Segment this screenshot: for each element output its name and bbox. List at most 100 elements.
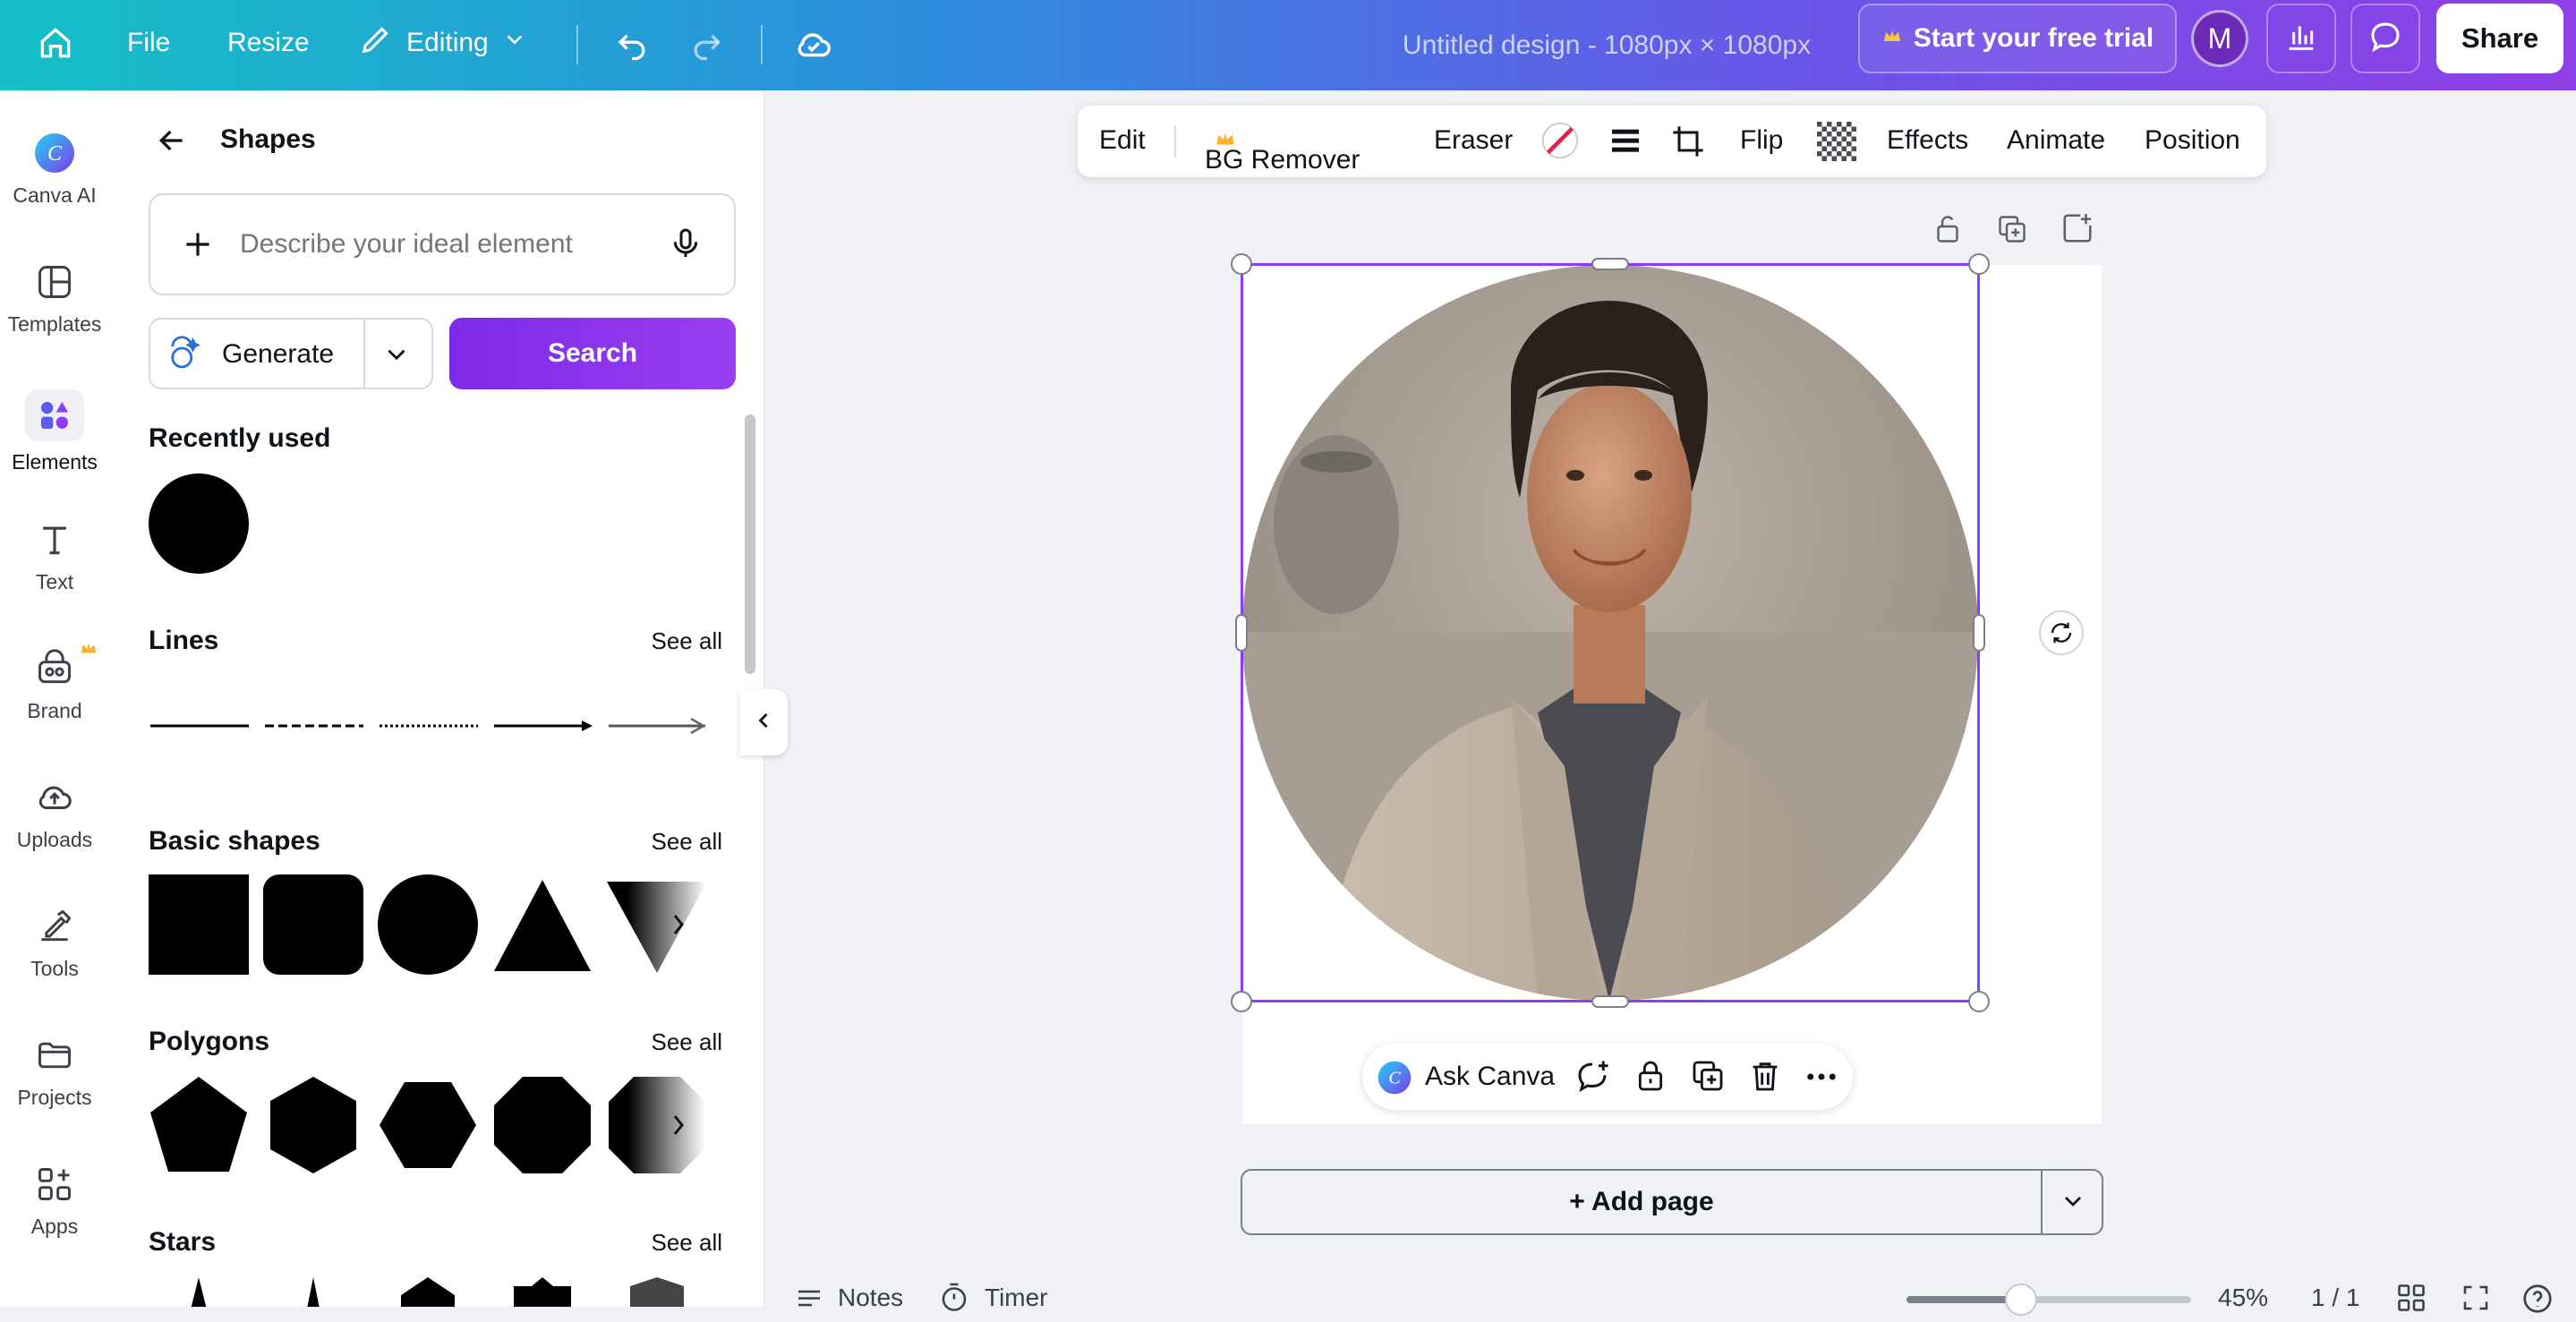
avatar[interactable]: M xyxy=(2191,10,2248,67)
rail-item-canva-ai[interactable]: C Canva AI xyxy=(0,132,109,208)
comments-button[interactable] xyxy=(2350,4,2420,73)
recently-used-heading: Recently used xyxy=(149,423,331,453)
flip-button[interactable]: Flip xyxy=(1740,125,1783,156)
crop-button[interactable] xyxy=(1670,124,1706,166)
back-arrow-icon[interactable] xyxy=(154,123,190,163)
recent-circle-shape[interactable] xyxy=(149,473,249,574)
resize-menu[interactable]: Resize xyxy=(227,28,310,58)
fullscreen-icon[interactable] xyxy=(2460,1282,2492,1320)
add-page-button[interactable]: + Add page xyxy=(1242,1171,2041,1233)
transparency-color-button[interactable] xyxy=(1540,120,1581,168)
microphone-icon[interactable] xyxy=(668,226,704,266)
rail-item-text[interactable]: Text xyxy=(0,518,109,594)
free-trial-button[interactable]: Start your free trial xyxy=(1858,4,2177,73)
rounded-square-shape[interactable] xyxy=(263,874,363,975)
insights-button[interactable] xyxy=(2266,4,2336,73)
timer-button[interactable]: Timer xyxy=(985,1284,1048,1312)
chevron-down-icon[interactable] xyxy=(381,339,412,377)
position-button[interactable]: Position xyxy=(2145,125,2240,156)
trash-icon[interactable] xyxy=(1747,1058,1783,1101)
effects-button[interactable]: Effects xyxy=(1887,125,1968,156)
octagon-shape[interactable] xyxy=(492,1075,593,1175)
panel-title: Shapes xyxy=(220,124,316,154)
notes-button[interactable]: Notes xyxy=(838,1284,903,1312)
circle-shape[interactable] xyxy=(378,874,478,975)
duplicate-icon[interactable] xyxy=(1690,1058,1726,1101)
save-status-button[interactable] xyxy=(793,24,834,72)
basic-shapes-see-all-link[interactable]: See all xyxy=(652,828,723,856)
rail-item-projects[interactable]: Projects xyxy=(0,1034,109,1110)
rail-item-elements[interactable]: Elements xyxy=(0,389,109,474)
polygons-see-all-link[interactable]: See all xyxy=(652,1028,723,1056)
triangle-shape[interactable] xyxy=(492,874,593,975)
timer-icon[interactable] xyxy=(938,1282,970,1320)
resize-handle-bottom-right[interactable] xyxy=(1968,991,1990,1012)
resize-handle-left[interactable] xyxy=(1235,614,1248,652)
resize-handle-top-left[interactable] xyxy=(1231,253,1252,275)
lock-icon[interactable] xyxy=(1633,1058,1668,1101)
resize-handle-bottom[interactable] xyxy=(1591,995,1629,1008)
element-search-box[interactable] xyxy=(149,193,736,295)
help-icon[interactable] xyxy=(2521,1282,2555,1322)
open-arrow-line-shape[interactable] xyxy=(609,717,706,735)
file-menu[interactable]: File xyxy=(127,28,170,58)
star-shape[interactable] xyxy=(190,1277,208,1307)
inverted-triangle-shape[interactable] xyxy=(607,874,707,975)
lock-page-icon[interactable] xyxy=(1932,213,1964,250)
hexagon-shape[interactable] xyxy=(263,1075,363,1175)
editing-mode-button[interactable]: Editing xyxy=(358,21,528,64)
eraser-button[interactable]: Eraser xyxy=(1434,125,1513,156)
rotate-handle[interactable] xyxy=(2039,610,2084,655)
plus-icon[interactable] xyxy=(181,227,215,266)
home-button[interactable] xyxy=(36,23,75,70)
document-title[interactable]: Untitled design - 1080px × 1080px xyxy=(1361,0,1853,90)
divider xyxy=(2041,1171,2043,1233)
square-shape[interactable] xyxy=(149,874,249,975)
notes-icon[interactable] xyxy=(793,1284,825,1322)
rail-item-tools[interactable]: Tools xyxy=(0,905,109,981)
add-comment-icon[interactable] xyxy=(1574,1058,1611,1103)
border-style-button[interactable] xyxy=(1608,124,1643,166)
star-shape[interactable] xyxy=(306,1277,320,1307)
lines-see-all-link[interactable]: See all xyxy=(652,627,723,655)
pentagon-shape[interactable] xyxy=(149,1075,249,1175)
star-shape[interactable] xyxy=(401,1277,455,1307)
rail-item-brand[interactable]: Brand xyxy=(0,643,109,723)
resize-handle-top-right[interactable] xyxy=(1968,253,1990,275)
add-page-icon[interactable] xyxy=(2060,211,2094,250)
divider xyxy=(576,25,578,64)
element-search-input[interactable] xyxy=(240,229,616,260)
redo-button[interactable] xyxy=(687,24,727,71)
undo-button[interactable] xyxy=(612,24,652,71)
rail-item-templates[interactable]: Templates xyxy=(0,260,109,337)
more-options-icon[interactable] xyxy=(1803,1058,1840,1103)
stars-see-all-link[interactable]: See all xyxy=(652,1229,723,1257)
zoom-slider-thumb[interactable] xyxy=(2005,1284,2037,1316)
chevron-down-icon[interactable] xyxy=(2059,1187,2087,1223)
collapse-panel-button[interactable] xyxy=(739,689,788,755)
ask-canva-button[interactable]: Ask Canva xyxy=(1425,1062,1555,1092)
arrow-line-shape[interactable] xyxy=(494,721,593,731)
page-count[interactable]: 1 / 1 xyxy=(2311,1284,2359,1312)
panel-scrollbar[interactable] xyxy=(745,414,755,674)
transparency-button[interactable] xyxy=(1817,122,1856,168)
rail-item-apps[interactable]: Apps xyxy=(0,1163,109,1239)
zoom-slider[interactable] xyxy=(1906,1284,2191,1316)
share-button[interactable]: Share xyxy=(2436,4,2563,73)
rail-item-uploads[interactable]: Uploads xyxy=(0,776,109,852)
edit-button[interactable]: Edit xyxy=(1099,125,1146,156)
zoom-level[interactable]: 45% xyxy=(2218,1284,2268,1312)
resize-handle-right[interactable] xyxy=(1973,614,1985,652)
search-button[interactable]: Search xyxy=(449,318,736,389)
generate-button[interactable]: Generate xyxy=(149,318,433,389)
hexagon-flat-shape[interactable] xyxy=(378,1075,478,1175)
polygon-more-shape[interactable] xyxy=(607,1075,707,1175)
star-shape[interactable] xyxy=(514,1277,571,1307)
resize-handle-top[interactable] xyxy=(1591,258,1629,270)
grid-view-icon[interactable] xyxy=(2395,1282,2427,1320)
resize-handle-bottom-left[interactable] xyxy=(1231,991,1252,1012)
animate-button[interactable]: Animate xyxy=(2007,125,2105,156)
duplicate-page-icon[interactable] xyxy=(1996,213,2028,250)
bg-remover-button[interactable]: BG Remover xyxy=(1205,125,1360,175)
star-shape[interactable] xyxy=(630,1277,684,1307)
